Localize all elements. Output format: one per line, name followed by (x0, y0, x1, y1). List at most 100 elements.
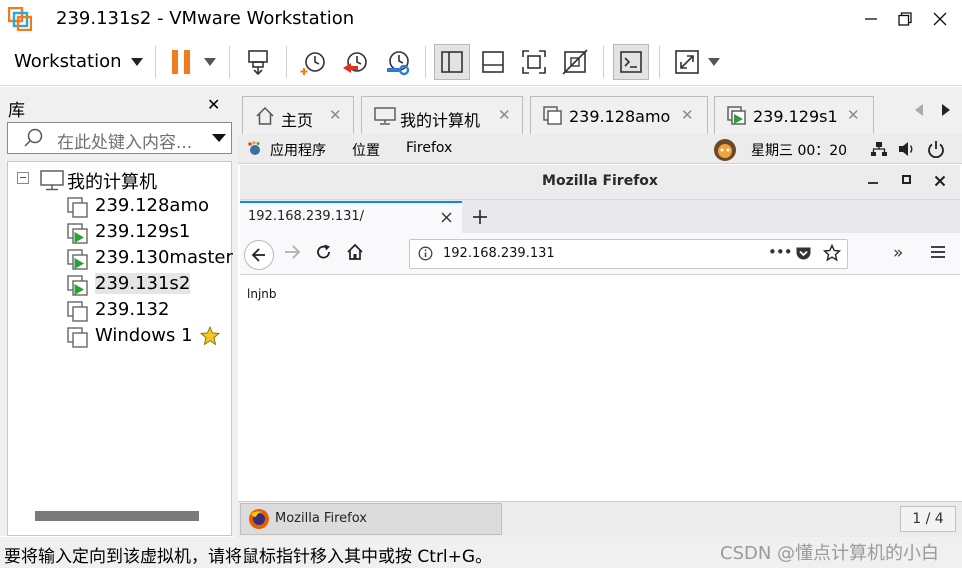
library-title: 库 (8, 101, 25, 121)
vm-running-icon (67, 223, 88, 244)
bookmark-star-icon[interactable] (823, 244, 841, 262)
page-content[interactable] (240, 275, 960, 501)
taskbar-item-label: Mozilla Firefox (275, 511, 367, 526)
fullscreen-icon (522, 50, 546, 74)
thumbnail-bar-button[interactable] (475, 44, 511, 80)
overflow-menu-icon[interactable]: » (893, 243, 903, 263)
vm-icon (67, 301, 88, 322)
tree-horizontal-scrollbar[interactable] (35, 511, 199, 521)
vm-icon (67, 327, 88, 348)
home-icon (256, 106, 274, 125)
unity-button[interactable] (557, 44, 593, 80)
tab-close-icon[interactable]: ✕ (847, 106, 860, 124)
guest-clock[interactable]: 星期三 00：20 (751, 140, 847, 160)
mascot-avatar-icon (714, 139, 736, 161)
snapshot-manager-button[interactable] (380, 44, 416, 80)
workspace-pager[interactable]: 1 / 4 (900, 506, 956, 532)
tab-my-computer[interactable]: 我的计算机 ✕ (361, 96, 523, 134)
chevron-down-icon[interactable] (212, 133, 226, 143)
tree-item-vm[interactable]: 239.129s1 (67, 221, 227, 245)
gnome-foot-icon (248, 141, 260, 155)
workstation-menu[interactable]: Workstation (14, 51, 122, 72)
take-snapshot-button[interactable] (296, 44, 332, 80)
tree-item-vm[interactable]: 239.132 (67, 299, 227, 323)
tree-item-vm[interactable]: 239.131s2 (67, 273, 227, 297)
guest-menu-firefox[interactable]: Firefox (406, 140, 452, 156)
tab-scroll-left-icon[interactable] (914, 103, 924, 117)
network-icon[interactable] (870, 141, 888, 157)
chevron-down-icon[interactable] (131, 57, 143, 67)
toolbar-divider (155, 46, 156, 78)
hamburger-menu-icon[interactable] (930, 245, 946, 259)
guest-menu-places[interactable]: 位置 (352, 140, 380, 160)
tab-vm-239-129s1[interactable]: 239.129s1 ✕ (714, 96, 874, 134)
home-icon[interactable] (346, 243, 364, 261)
firefox-icon (249, 509, 269, 529)
tree-collapse-toggle[interactable] (17, 172, 29, 184)
power-icon[interactable] (927, 140, 945, 158)
tab-close-icon[interactable]: ✕ (498, 106, 511, 124)
snapshot-manager-icon (387, 51, 410, 76)
firefox-window-title: Mozilla Firefox (542, 173, 658, 189)
console-view-button[interactable] (613, 44, 649, 80)
toolbar-divider (286, 46, 287, 78)
vm-icon (67, 197, 88, 218)
computer-icon (40, 170, 64, 191)
tab-close-icon[interactable]: ✕ (681, 106, 694, 124)
firefox-maximize-icon[interactable] (902, 175, 911, 184)
pause-icon (172, 50, 190, 74)
minimize-button[interactable] (858, 6, 884, 32)
page-actions-icon[interactable]: ••• (768, 243, 793, 261)
fullscreen-button[interactable] (516, 44, 552, 80)
tab-vm-239-128amo[interactable]: 239.128amo ✕ (530, 96, 708, 134)
pause-button[interactable] (163, 44, 199, 80)
stretch-icon (675, 50, 699, 74)
tab-home[interactable]: 主页 ✕ (242, 96, 354, 134)
tree-item-vm[interactable]: 239.130master (67, 247, 233, 271)
console-icon (620, 51, 642, 73)
close-button[interactable] (927, 6, 953, 32)
tab-close-icon[interactable]: ✕ (329, 106, 342, 124)
stretch-button[interactable] (669, 44, 705, 80)
stretch-dropdown-icon[interactable] (708, 57, 720, 67)
toolbar-divider (425, 46, 426, 78)
firefox-tab-title: 192.168.239.131/ (248, 209, 365, 224)
watermark: CSDN @懂点计算机的小白 (720, 543, 940, 564)
firefox-minimize-icon[interactable] (867, 177, 879, 185)
url-text[interactable]: 192.168.239.131 (443, 246, 555, 261)
tree-root-label[interactable]: 我的计算机 (67, 168, 157, 194)
library-view-button[interactable] (434, 44, 470, 80)
volume-icon[interactable] (898, 141, 916, 157)
site-info-icon[interactable] (418, 246, 433, 261)
computer-icon (374, 107, 396, 125)
reload-icon[interactable] (315, 243, 333, 261)
vm-running-icon (727, 106, 746, 125)
window-title: 239.131s2 - VMware Workstation (56, 8, 355, 29)
vm-icon (543, 106, 562, 125)
back-button[interactable] (244, 240, 274, 270)
toolbar-divider (659, 46, 660, 78)
forward-arrow-icon[interactable] (283, 243, 301, 261)
tab-close-icon[interactable] (441, 212, 452, 223)
library-view-icon (441, 51, 463, 73)
tree-item-vm[interactable]: Windows 1 (67, 325, 227, 349)
send-keys-button[interactable] (240, 44, 276, 80)
library-close-button[interactable]: ✕ (207, 95, 220, 114)
tab-label: 239.129s1 (753, 107, 838, 126)
revert-snapshot-button[interactable] (338, 44, 374, 80)
guest-menu-applications[interactable]: 应用程序 (270, 140, 326, 160)
maximize-button[interactable] (892, 6, 918, 32)
firefox-close-icon[interactable] (934, 175, 946, 187)
tab-scroll-right-icon[interactable] (941, 103, 951, 117)
favorite-star-icon (200, 326, 220, 346)
tree-item-label: Windows 1 (95, 325, 193, 346)
new-tab-icon[interactable] (472, 209, 488, 225)
toolbar-divider (229, 46, 230, 78)
pocket-icon[interactable] (795, 245, 812, 261)
pause-dropdown-icon[interactable] (204, 57, 216, 67)
close-icon (933, 12, 947, 26)
snapshot-icon (300, 52, 325, 75)
tree-item-vm[interactable]: 239.128amo (67, 195, 227, 219)
toolbar-divider (603, 46, 604, 78)
restore-icon (898, 12, 912, 26)
